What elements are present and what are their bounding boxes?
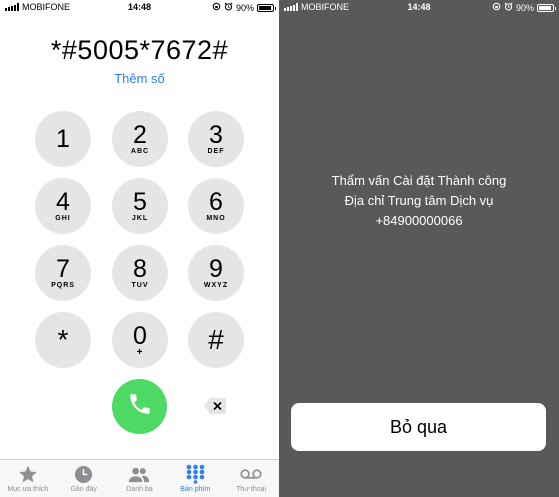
backspace-icon <box>203 398 227 419</box>
alarm-icon <box>224 2 233 13</box>
message-line: Thẩm vấn Cài đặt Thành công <box>331 173 507 188</box>
alarm-icon <box>504 2 513 13</box>
keypad-icon <box>184 464 206 484</box>
tab-voicemail[interactable]: Thư thoại <box>223 460 279 497</box>
key-star[interactable]: * <box>35 312 91 368</box>
delete-button[interactable] <box>203 397 227 415</box>
status-bar: MOBIFONE 14:48 90% <box>0 0 279 14</box>
battery-level <box>259 5 271 10</box>
key-4[interactable]: 4 GHI <box>35 178 91 234</box>
battery-icon <box>257 3 276 12</box>
add-number-link[interactable]: Thêm số <box>0 71 279 86</box>
dialed-number: *#5005*7672# <box>50 35 229 65</box>
ussd-result-screen: MOBIFONE 14:48 90% Thẩm vấn Cài đặt Thàn… <box>279 0 559 497</box>
battery-percent: 90% <box>515 2 534 13</box>
key-9[interactable]: 9 WXYZ <box>188 245 244 301</box>
key-0[interactable]: 0 + <box>112 312 168 368</box>
call-button[interactable] <box>112 379 167 434</box>
tab-favorites[interactable]: Mục ưa thích <box>0 460 56 497</box>
battery-percent: 90% <box>235 2 254 13</box>
key-2[interactable]: 2 ABC <box>112 111 168 167</box>
dismiss-button[interactable]: Bỏ qua <box>291 403 546 451</box>
key-hash[interactable]: # <box>188 312 244 368</box>
message-line: +84900000066 <box>375 213 463 228</box>
key-8[interactable]: 8 TUV <box>112 245 168 301</box>
tab-contacts[interactable]: Danh bạ <box>112 460 168 497</box>
voicemail-icon <box>240 464 262 484</box>
rotation-lock-icon <box>492 2 501 13</box>
key-7[interactable]: 7 PQRS <box>35 245 91 301</box>
key-1[interactable]: 1 <box>35 111 91 167</box>
tab-keypad[interactable]: Bàn phím <box>167 460 223 497</box>
dialer-screen: MOBIFONE 14:48 90% *#5005*7672# Thêm số … <box>0 0 279 497</box>
star-icon <box>17 464 39 484</box>
clock-icon <box>73 464 95 484</box>
ussd-message: Thẩm vấn Cài đặt Thành công Địa chỉ Trun… <box>279 171 559 231</box>
battery-icon <box>537 3 556 12</box>
key-6[interactable]: 6 MNO <box>188 178 244 234</box>
contacts-icon <box>128 464 150 484</box>
key-5[interactable]: 5 JKL <box>112 178 168 234</box>
tab-recents[interactable]: Gần đây <box>56 460 112 497</box>
tab-bar: Mục ưa thích Gần đây Danh bạ Bàn phím Th… <box>0 459 279 497</box>
key-3[interactable]: 3 DEF <box>188 111 244 167</box>
status-bar: MOBIFONE 14:48 90% <box>279 0 559 14</box>
battery-level <box>539 5 551 10</box>
phone-icon <box>127 391 153 422</box>
message-line: Địa chỉ Trung tâm Dịch vụ <box>344 193 494 208</box>
rotation-lock-icon <box>212 2 221 13</box>
